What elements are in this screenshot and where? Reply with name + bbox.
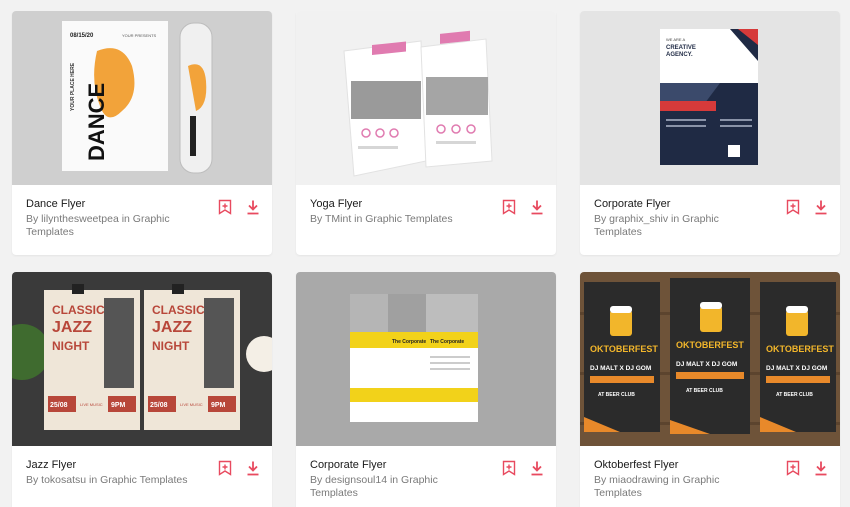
bookmark-add-icon[interactable] [786, 460, 800, 476]
item-meta: Jazz Flyer By tokosatsu in Graphic Templ… [12, 446, 272, 507]
item-card[interactable]: WE ARE A CREATIVE AGENCY. Corporate Flye… [580, 11, 840, 255]
thumb-text: OKTOBERFEST [766, 344, 834, 354]
item-actions [502, 460, 544, 476]
item-meta: Oktoberfest Flyer By miaodrawing in Grap… [580, 446, 840, 507]
item-meta: Dance Flyer By lilynthesweetpea in Graph… [12, 185, 272, 255]
thumb-text: AT BEER CLUB [776, 392, 813, 398]
thumb-text: OKTOBERFEST [590, 344, 658, 354]
item-actions [218, 199, 260, 215]
thumb-text: DJ MALT X DJ GOM [766, 365, 827, 372]
item-actions [786, 199, 828, 215]
item-meta: Corporate Flyer By designsoul14 in Graph… [296, 446, 556, 507]
bookmark-add-icon[interactable] [218, 199, 232, 215]
item-thumbnail[interactable]: 08/15/20 YOUR PRESENTS DANCE YOUR PLACE … [12, 11, 272, 185]
item-thumbnail[interactable]: WE ARE A CREATIVE AGENCY. [580, 11, 840, 185]
thumb-text: 9PM [211, 402, 226, 409]
item-thumbnail[interactable]: CLASSIC JAZZ NIGHT CLASSIC JAZZ NIGHT 25… [12, 272, 272, 446]
item-card[interactable]: OKTOBERFEST OKTOBERFEST OKTOBERFEST DJ M… [580, 272, 840, 507]
download-icon[interactable] [246, 460, 260, 476]
bookmark-add-icon[interactable] [502, 460, 516, 476]
item-thumbnail[interactable]: YOGA CLASSES [296, 11, 556, 185]
thumb-text: WE ARE A [666, 37, 685, 42]
download-icon[interactable] [814, 199, 828, 215]
thumb-text: YOGA CLASSES [376, 58, 404, 62]
thumb-text: LIVE MUSIC [180, 402, 203, 407]
thumb-text: JAZZ [152, 319, 192, 336]
item-byline[interactable]: By designsoul14 in Graphic Templates [310, 474, 480, 500]
item-byline[interactable]: By miaodrawing in Graphic Templates [594, 474, 764, 500]
thumb-text: AT BEER CLUB [598, 392, 635, 398]
thumb-text: AT BEER CLUB [686, 388, 723, 394]
thumb-text: NIGHT [152, 339, 190, 353]
thumb-text: 08/15/20 [70, 33, 94, 39]
download-icon[interactable] [814, 460, 828, 476]
thumb-text: YOUR PRESENTS [122, 33, 157, 38]
thumb-text: 25/08 [150, 402, 168, 409]
item-byline[interactable]: By lilynthesweetpea in Graphic Templates [26, 213, 196, 239]
item-grid: 08/15/20 YOUR PRESENTS DANCE YOUR PLACE … [0, 0, 850, 507]
thumb-text: The Corporate [430, 339, 464, 345]
thumb-text: The Corporate [392, 339, 426, 345]
bookmark-add-icon[interactable] [218, 460, 232, 476]
item-card[interactable]: CLASSIC JAZZ NIGHT CLASSIC JAZZ NIGHT 25… [12, 272, 272, 507]
download-icon[interactable] [530, 199, 544, 215]
thumb-text: CLASSIC [52, 303, 105, 317]
thumb-text: YOUR PLACE HERE [70, 62, 76, 111]
item-meta: Yoga Flyer By TMint in Graphic Templates [296, 185, 556, 255]
item-byline[interactable]: By tokosatsu in Graphic Templates [26, 474, 196, 487]
thumb-text: 9PM [111, 402, 126, 409]
item-card[interactable]: YOGA CLASSES Yoga Flyer By TMint in Grap… [296, 11, 556, 255]
item-thumbnail[interactable]: The Corporate The Corporate [296, 272, 556, 446]
item-actions [786, 460, 828, 476]
item-card[interactable]: 08/15/20 YOUR PRESENTS DANCE YOUR PLACE … [12, 11, 272, 255]
thumb-text: NIGHT [52, 339, 90, 353]
item-actions [502, 199, 544, 215]
bookmark-add-icon[interactable] [502, 199, 516, 215]
item-meta: Corporate Flyer By graphix_shiv in Graph… [580, 185, 840, 255]
thumb-text: DJ MALT X DJ GOM [590, 365, 651, 372]
download-icon[interactable] [530, 460, 544, 476]
item-byline[interactable]: By graphix_shiv in Graphic Templates [594, 213, 764, 239]
thumb-text: DJ MALT X DJ GOM [676, 361, 737, 368]
thumb-text: CREATIVE [666, 45, 696, 51]
thumb-text: DANCE [84, 83, 109, 161]
download-icon[interactable] [246, 199, 260, 215]
thumb-text: CLASSIC [152, 303, 205, 317]
bookmark-add-icon[interactable] [786, 199, 800, 215]
thumb-text: 25/08 [50, 402, 68, 409]
item-thumbnail[interactable]: OKTOBERFEST OKTOBERFEST OKTOBERFEST DJ M… [580, 272, 840, 446]
thumb-text: OKTOBERFEST [676, 340, 744, 350]
thumb-text: JAZZ [52, 319, 92, 336]
item-actions [218, 460, 260, 476]
thumb-text: AGENCY. [666, 52, 693, 58]
item-card[interactable]: The Corporate The Corporate Corporate Fl… [296, 272, 556, 507]
item-byline[interactable]: By TMint in Graphic Templates [310, 213, 480, 226]
thumb-text: LIVE MUSIC [80, 402, 103, 407]
